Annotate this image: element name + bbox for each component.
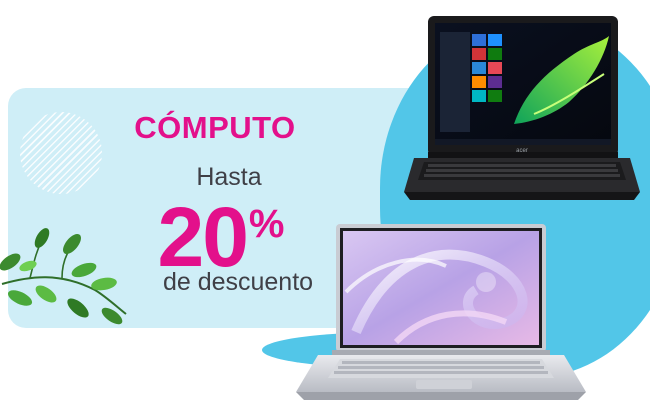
silver-laptop-image — [296, 224, 586, 400]
discount-value: 20 — [157, 190, 248, 284]
prefix-text: Hasta — [196, 163, 262, 191]
laptop-brand-label: acer — [516, 148, 528, 154]
category-title: CÓMPUTO — [134, 110, 296, 145]
hatched-circle-decoration — [20, 112, 102, 194]
percent-symbol: % — [248, 202, 285, 246]
promo-banner[interactable]: CÓMPUTO Hasta 20 % de descuento acer — [0, 0, 650, 417]
black-laptop-image: acer — [404, 16, 640, 200]
